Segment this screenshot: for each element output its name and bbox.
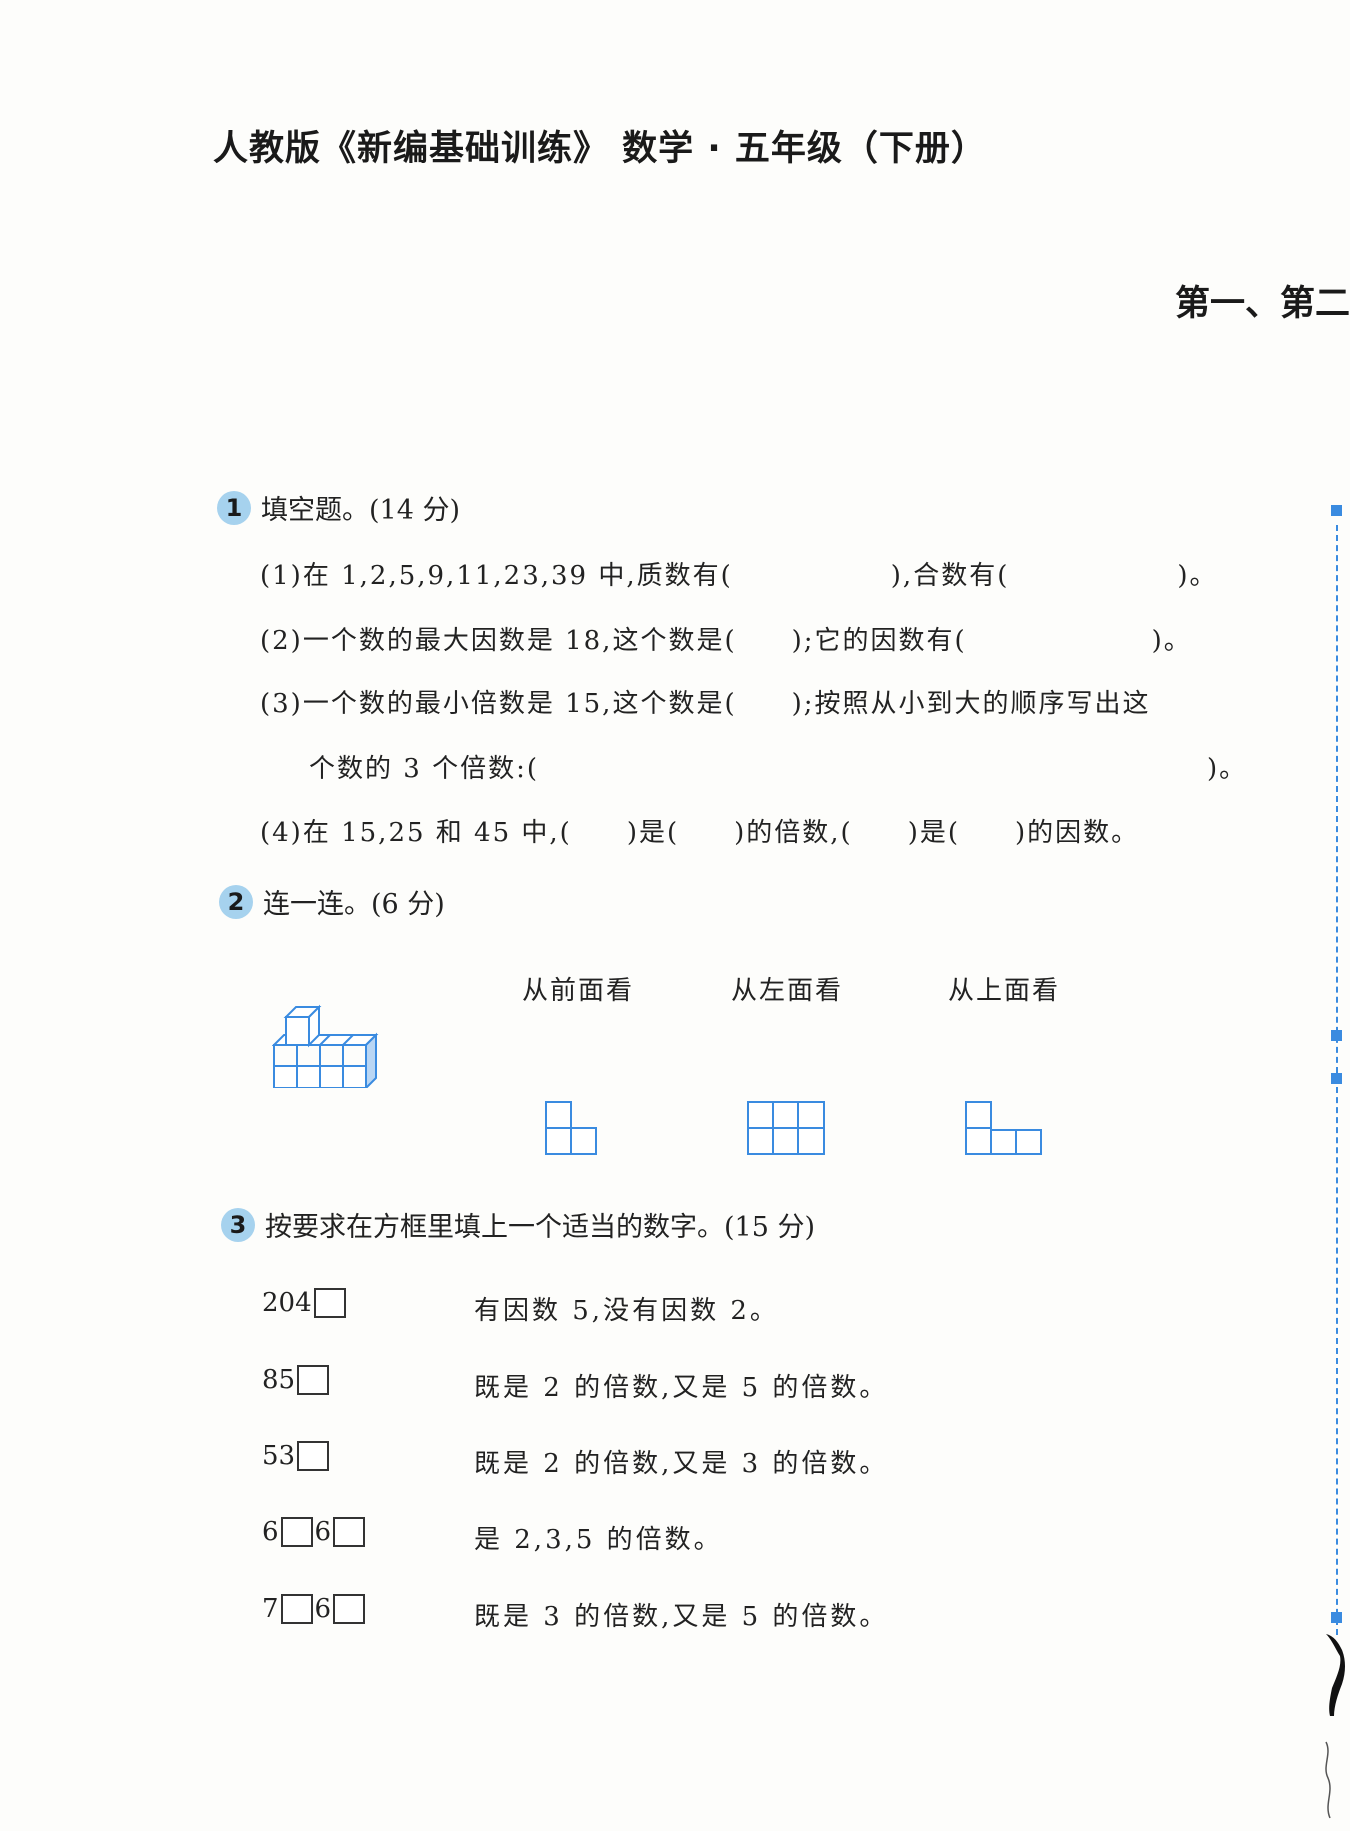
requirement-1: 有因数 5,没有因数 2。 bbox=[474, 1296, 779, 1326]
section-number-badge: 2 bbox=[219, 884, 253, 919]
requirement-2: 既是 2 的倍数,又是 5 的倍数。 bbox=[474, 1373, 889, 1403]
view-shape-c[interactable] bbox=[964, 1100, 1044, 1156]
digit-box[interactable] bbox=[333, 1594, 366, 1624]
cube-stack-figure bbox=[272, 1004, 379, 1088]
chapter-title: 第一、第二 bbox=[1175, 284, 1350, 324]
digit-row-3: 53 bbox=[262, 1441, 331, 1471]
section-number-badge: 3 bbox=[221, 1207, 255, 1242]
page-tear-mark bbox=[1326, 1634, 1345, 1716]
question-1-1: (1)在 1,2,5,9,11,23,39 中,质数有(),合数有()。 bbox=[260, 561, 1218, 591]
section-2-heading: 2 连一连。(6 分) bbox=[219, 882, 445, 921]
requirement-5: 既是 3 的倍数,又是 5 的倍数。 bbox=[474, 1602, 889, 1632]
digit-box[interactable] bbox=[297, 1441, 330, 1471]
binding-marker bbox=[1331, 1612, 1342, 1623]
binding-marker bbox=[1331, 1030, 1342, 1041]
book-title: 人教版《新编基础训练》 数学 · 五年级（下册） bbox=[213, 129, 987, 169]
digit-box[interactable] bbox=[280, 1517, 313, 1547]
digit-row-5: 76 bbox=[262, 1594, 367, 1624]
binding-marker bbox=[1331, 1073, 1342, 1084]
section-1-heading: 1 填空题。(14 分) bbox=[217, 488, 460, 527]
digit-box[interactable] bbox=[280, 1594, 313, 1624]
section-title: 填空题。(14 分) bbox=[261, 495, 461, 526]
digit-row-2: 85 bbox=[262, 1365, 331, 1395]
digit-box[interactable] bbox=[333, 1517, 366, 1547]
requirement-4: 是 2,3,5 的倍数。 bbox=[474, 1525, 723, 1555]
view-label-top: 从上面看 bbox=[948, 976, 1061, 1006]
section-title: 连一连。(6 分) bbox=[263, 889, 445, 920]
question-1-3-cont: 个数的 3 个倍数:()。 bbox=[309, 754, 1248, 784]
view-shape-b[interactable] bbox=[746, 1100, 826, 1156]
section-3-heading: 3 按要求在方框里填上一个适当的数字。(15 分) bbox=[221, 1205, 815, 1244]
page-tear-mark bbox=[1325, 1741, 1331, 1819]
digit-box[interactable] bbox=[297, 1365, 330, 1395]
section-title: 按要求在方框里填上一个适当的数字。(15 分) bbox=[265, 1212, 816, 1243]
requirement-3: 既是 2 的倍数,又是 3 的倍数。 bbox=[474, 1449, 889, 1479]
question-1-2: (2)一个数的最大因数是 18,这个数是();它的因数有()。 bbox=[260, 626, 1192, 656]
digit-row-1: 204 bbox=[262, 1288, 348, 1318]
question-1-3: (3)一个数的最小倍数是 15,这个数是();按照从小到大的顺序写出这 bbox=[260, 689, 1151, 719]
binding-marker bbox=[1331, 505, 1342, 516]
question-1-4: (4)在 15,25 和 45 中,()是()的倍数,()是()的因数。 bbox=[260, 818, 1140, 848]
view-label-front: 从前面看 bbox=[522, 976, 635, 1006]
digit-box[interactable] bbox=[313, 1288, 346, 1318]
view-shape-a[interactable] bbox=[544, 1100, 598, 1156]
view-label-left: 从左面看 bbox=[731, 976, 844, 1006]
section-number-badge: 1 bbox=[217, 490, 251, 525]
digit-row-4: 66 bbox=[262, 1517, 367, 1547]
